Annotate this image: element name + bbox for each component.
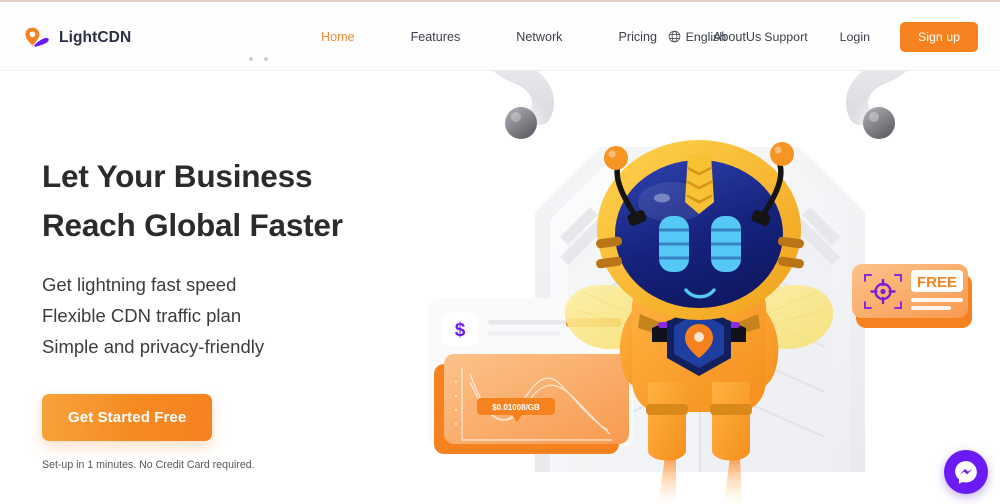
headline-line-2: Reach Global Faster [42,207,343,243]
price-badge-label: $0.01008/GB [492,403,540,412]
site-header: LightCDN Home Features Network Pricing A… [0,2,1000,71]
subtitle-line-2: Flexible CDN traffic plan [42,305,242,326]
headline-line-1: Let Your Business [42,158,313,194]
header-actions: English Support Login Sign up [668,2,978,71]
signup-button[interactable]: Sign up [899,21,978,52]
top-accent-line [0,0,1000,2]
indicator-dot [264,57,268,61]
nav-item-features[interactable]: Features [383,30,489,44]
support-link[interactable]: Support [748,30,823,44]
language-selector[interactable]: English [668,30,749,44]
brand-logo[interactable]: LightCDN [24,26,131,50]
nav-item-home[interactable]: Home [293,30,383,44]
subtitle-line-3: Simple and privacy-friendly [42,336,265,357]
hero-section: Let Your Business Reach Global Faster Ge… [42,152,343,471]
location-pin-icon [24,26,50,50]
header-indicator-dots [249,57,268,61]
free-badge-card: FREE [852,264,972,328]
globe-icon [668,30,681,43]
page-title: Let Your Business Reach Global Faster [42,152,343,250]
login-link[interactable]: Login [824,30,886,44]
subtitle-line-1: Get lightning fast speed [42,274,237,295]
hero-illustration: $ $0.01008/GB FREE [400,2,1000,504]
hero-subtitle: Get lightning fast speed Flexible CDN tr… [42,269,343,362]
get-started-free-button[interactable]: Get Started Free [42,394,213,441]
messenger-chat-button[interactable] [944,450,988,494]
messenger-chat-icon [955,461,977,484]
brand-name: LightCDN [59,29,132,46]
dollar-sign-icon: $ [455,320,466,341]
free-badge-label: FREE [917,274,957,291]
language-label: English [685,29,727,44]
nav-item-network[interactable]: Network [488,30,590,44]
indicator-dot [249,57,253,61]
signup-fine-print: Set-up in 1 minutes. No Credit Card requ… [42,459,255,471]
